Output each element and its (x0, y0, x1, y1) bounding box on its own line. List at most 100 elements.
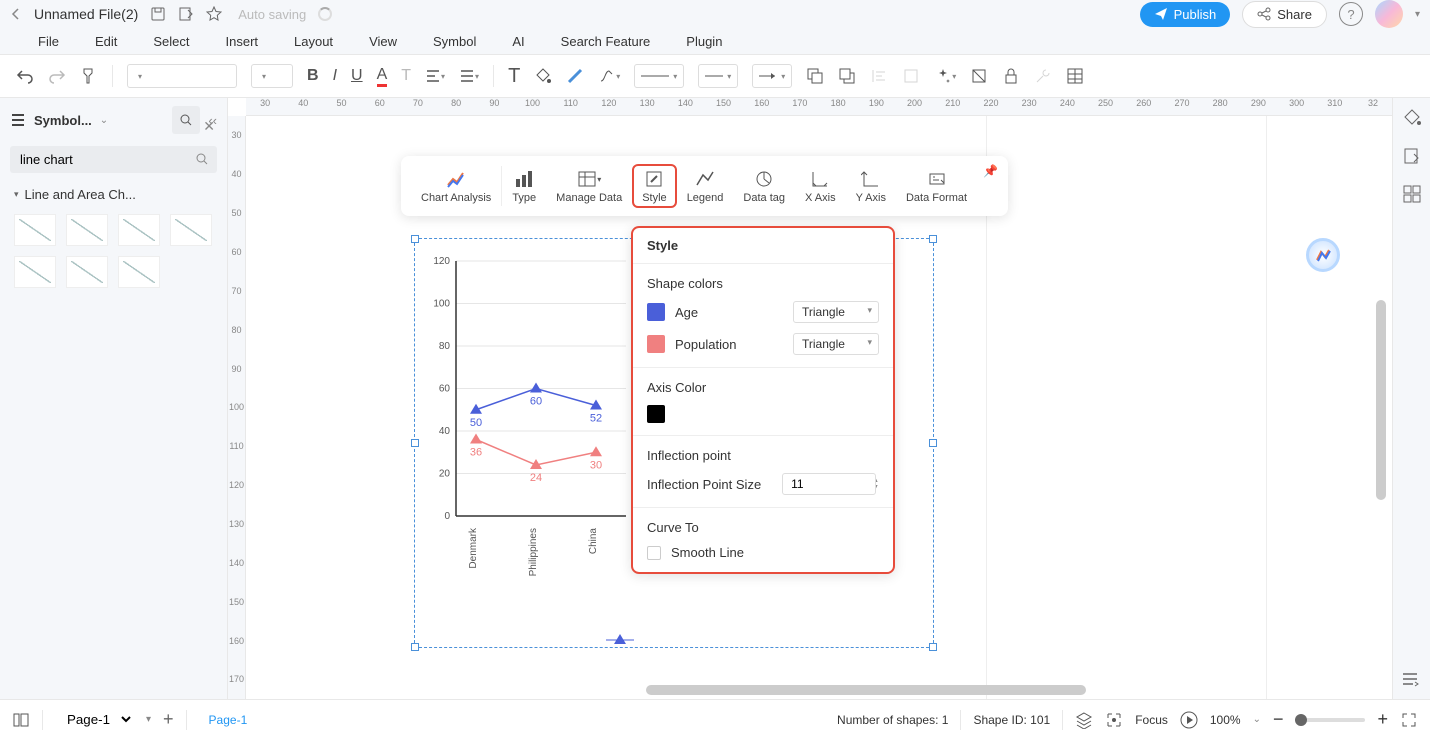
group-button[interactable] (902, 67, 920, 85)
menu-symbol[interactable]: Symbol (415, 30, 494, 53)
menu-layout[interactable]: Layout (276, 30, 351, 53)
page-dropdown-icon[interactable]: ▾ (146, 714, 151, 725)
menu-plugin[interactable]: Plugin (668, 30, 740, 53)
fullscreen-button[interactable] (1400, 711, 1418, 729)
line-style-select[interactable]: ▾ (634, 64, 684, 88)
add-page-button[interactable]: + (163, 709, 174, 730)
fill-button[interactable] (534, 67, 552, 85)
ct-legend[interactable]: Legend (677, 164, 734, 208)
menu-search-feature[interactable]: Search Feature (543, 30, 669, 53)
redo-button[interactable] (48, 67, 66, 85)
menu-insert[interactable]: Insert (208, 30, 277, 53)
help-button[interactable]: ? (1339, 2, 1363, 26)
menu-edit[interactable]: Edit (77, 30, 135, 53)
pin-icon[interactable]: 📌 (983, 164, 998, 178)
shape-thumb[interactable] (14, 214, 56, 246)
marker-select-population[interactable]: Triangle (793, 333, 879, 355)
inflection-size-input[interactable] (782, 473, 876, 495)
floating-menu-button[interactable] (1400, 669, 1420, 689)
save-icon[interactable] (150, 6, 166, 22)
avatar[interactable] (1375, 0, 1403, 28)
ct-style[interactable]: Style (632, 164, 676, 208)
layers-button[interactable] (1075, 711, 1093, 729)
zoom-slider[interactable] (1295, 718, 1365, 722)
font-size-select[interactable]: ▾ (251, 64, 293, 88)
ct-y-axis[interactable]: Y Axis (846, 164, 896, 208)
zoom-out-button[interactable]: − (1273, 709, 1284, 730)
ct-x-axis[interactable]: X Axis (795, 164, 846, 208)
edit-icon[interactable] (178, 6, 194, 22)
format-painter-button[interactable] (80, 67, 98, 85)
arrow-style-select[interactable]: ▾ (752, 64, 792, 88)
text-style-button[interactable]: T (401, 67, 411, 85)
focus-icon[interactable] (1105, 711, 1123, 729)
shape-thumb[interactable] (14, 256, 56, 288)
text-tool-button[interactable]: T (508, 65, 520, 88)
share-button[interactable]: Share (1242, 1, 1327, 28)
smooth-checkbox[interactable] (647, 546, 661, 560)
effects-button[interactable]: ▾ (934, 67, 956, 85)
vertical-scrollbar[interactable] (1376, 300, 1386, 500)
align-button[interactable] (870, 67, 888, 85)
align-h-button[interactable]: ▾ (425, 68, 445, 84)
crop-button[interactable] (970, 67, 988, 85)
avatar-dropdown[interactable]: ▾ (1415, 9, 1420, 20)
ct-data-format[interactable]: Data Format (896, 164, 977, 208)
canvas-area[interactable]: 3040506070809010011012013014015016017018… (228, 98, 1392, 699)
sidebar-search-button[interactable] (172, 106, 200, 134)
series-color-age[interactable] (647, 303, 665, 321)
menu-select[interactable]: Select (135, 30, 207, 53)
bring-front-button[interactable] (806, 67, 824, 85)
publish-button[interactable]: Publish (1140, 2, 1231, 27)
category-row[interactable]: ▾ Line and Area Ch... (0, 177, 227, 208)
page-select[interactable]: Page-1 (55, 707, 134, 732)
ai-assistant-badge[interactable] (1306, 238, 1340, 272)
shape-thumb[interactable] (170, 214, 212, 246)
ct-manage-data[interactable]: ▾ Manage Data (546, 164, 632, 208)
line-color-button[interactable] (566, 67, 584, 85)
library-dropdown[interactable]: ⌄ (100, 115, 108, 126)
chart[interactable]: 020406080100120506052362430DenmarkPhilip… (421, 256, 631, 576)
fill-panel-button[interactable] (1402, 108, 1422, 128)
play-button[interactable] (1180, 711, 1198, 729)
shape-thumb[interactable] (118, 214, 160, 246)
axis-color-swatch[interactable] (647, 405, 665, 423)
lock-button[interactable] (1002, 67, 1020, 85)
star-icon[interactable] (206, 6, 222, 22)
zoom-label[interactable]: 100% (1210, 713, 1241, 727)
zoom-in-button[interactable]: + (1377, 709, 1388, 730)
filename[interactable]: Unnamed File(2) (34, 6, 138, 22)
page-layout-button[interactable] (12, 711, 30, 729)
menu-view[interactable]: View (351, 30, 415, 53)
export-panel-button[interactable] (1402, 146, 1422, 166)
bold-button[interactable]: B (307, 67, 319, 85)
focus-label[interactable]: Focus (1135, 713, 1168, 727)
page-tab[interactable]: Page-1 (199, 709, 258, 731)
shape-thumb[interactable] (66, 214, 108, 246)
connector-button[interactable]: ▾ (598, 67, 620, 85)
ct-data-tag[interactable]: Data tag (733, 164, 795, 208)
shape-thumb[interactable] (66, 256, 108, 288)
library-icon[interactable] (10, 112, 26, 128)
zoom-dropdown[interactable]: ⌄ (1253, 714, 1261, 725)
menu-ai[interactable]: AI (494, 30, 542, 53)
tools-button[interactable] (1034, 67, 1052, 85)
italic-button[interactable]: I (333, 67, 337, 85)
table-button[interactable] (1066, 67, 1084, 85)
undo-button[interactable] (16, 67, 34, 85)
font-color-button[interactable]: A (377, 66, 388, 87)
grid-panel-button[interactable] (1402, 184, 1422, 204)
series-color-population[interactable] (647, 335, 665, 353)
ct-type[interactable]: Type (502, 164, 546, 208)
align-v-button[interactable]: ▾ (459, 68, 479, 84)
menu-file[interactable]: File (20, 30, 77, 53)
back-arrow[interactable] (10, 8, 22, 20)
search-input[interactable] (10, 146, 217, 173)
shape-thumb[interactable] (118, 256, 160, 288)
marker-select-age[interactable]: Triangle (793, 301, 879, 323)
ct-chart-analysis[interactable]: Chart Analysis (411, 164, 501, 208)
horizontal-scrollbar[interactable] (646, 685, 1086, 695)
font-family-select[interactable]: ▾ (127, 64, 237, 88)
search-clear-button[interactable]: ✕ (203, 118, 215, 135)
send-back-button[interactable] (838, 67, 856, 85)
